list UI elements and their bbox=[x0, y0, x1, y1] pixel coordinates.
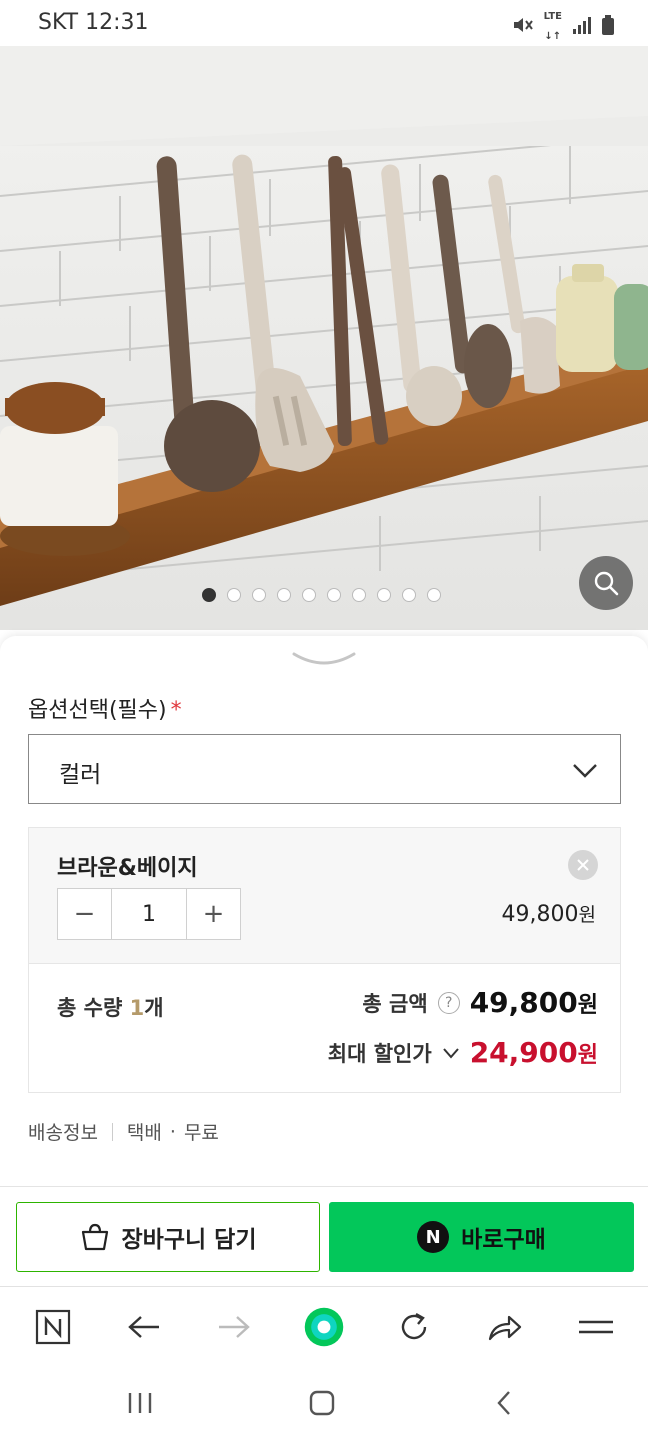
close-icon bbox=[577, 859, 589, 871]
chevron-down-icon bbox=[292, 652, 356, 665]
max-discount[interactable]: 최대 할인가 24,900원 bbox=[328, 1036, 598, 1069]
kitchen-utensils-photo-icon bbox=[0, 46, 648, 630]
lte-icon: LTE ↓↑ bbox=[543, 11, 562, 42]
system-back-button[interactable] bbox=[484, 1386, 524, 1420]
total-quantity-unit: 개 bbox=[144, 996, 164, 1020]
max-discount-value: 24,900원 bbox=[470, 1036, 598, 1069]
total-amount-label: 총 금액 bbox=[362, 991, 428, 1016]
selected-option: 브라운&베이지 − 1 + 49,800원 bbox=[28, 827, 621, 963]
total-amount: 총 금액 ? 49,800원 bbox=[362, 986, 598, 1019]
status-bar: SKT 12:31 LTE ↓↑ bbox=[0, 0, 648, 46]
total-amount-unit: 원 bbox=[577, 993, 598, 1018]
browser-toolbar bbox=[0, 1286, 648, 1366]
shipping-dot: · bbox=[169, 1120, 176, 1143]
max-discount-number: 24,900 bbox=[469, 1036, 578, 1069]
total-summary: 총 수량 1개 총 금액 ? 49,800원 최대 할인가 24,900원 bbox=[28, 963, 621, 1093]
help-icon[interactable]: ? bbox=[437, 991, 460, 1014]
buy-now-button[interactable]: N 바로구매 bbox=[329, 1202, 634, 1272]
battery-icon bbox=[602, 15, 614, 39]
back-button[interactable] bbox=[122, 1305, 166, 1349]
option-price-value: 49,800 bbox=[501, 902, 579, 927]
menu-button[interactable] bbox=[574, 1305, 618, 1349]
option-sheet: 옵션선택(필수) * 컬러 브라운&베이지 − 1 + 49,800원 총 수량 … bbox=[0, 636, 648, 1286]
remove-option-button[interactable] bbox=[568, 850, 598, 880]
shipping-label: 배송정보 bbox=[28, 1122, 98, 1144]
pagination-dot[interactable] bbox=[202, 588, 216, 602]
forward-button[interactable] bbox=[212, 1305, 256, 1349]
android-nav-bar bbox=[0, 1366, 648, 1440]
collapse-handle[interactable] bbox=[291, 650, 357, 674]
status-icons: LTE ↓↑ bbox=[512, 12, 614, 42]
option-price: 49,800원 bbox=[502, 900, 596, 927]
quantity-value[interactable]: 1 bbox=[111, 889, 187, 939]
pagination-dot[interactable] bbox=[352, 588, 366, 602]
refresh-icon bbox=[401, 1312, 427, 1340]
select-value: 컬러 bbox=[59, 762, 102, 788]
color-select[interactable]: 컬러 bbox=[28, 734, 621, 804]
total-quantity: 총 수량 1개 bbox=[57, 992, 164, 1022]
share-icon bbox=[488, 1315, 522, 1341]
shipping-method: 택배 bbox=[126, 1122, 162, 1144]
arrow-left-icon bbox=[128, 1316, 159, 1338]
mute-icon bbox=[512, 15, 534, 39]
green-dot-button[interactable] bbox=[302, 1305, 346, 1349]
share-button[interactable] bbox=[483, 1305, 527, 1349]
option-title-label: 옵션선택(필수) bbox=[28, 698, 167, 723]
shipping-fee: 무료 bbox=[183, 1122, 219, 1144]
max-discount-unit: 원 bbox=[577, 1043, 598, 1068]
pagination-dot[interactable] bbox=[377, 588, 391, 602]
zoom-button[interactable] bbox=[579, 556, 633, 610]
total-quantity-value: 1 bbox=[129, 996, 145, 1020]
chevron-down-icon bbox=[573, 764, 597, 778]
pagination-dot[interactable] bbox=[277, 588, 291, 602]
add-to-cart-button[interactable]: 장바구니 담기 bbox=[16, 1202, 320, 1272]
refresh-button[interactable] bbox=[392, 1305, 436, 1349]
total-amount-number: 49,800 bbox=[469, 986, 578, 1019]
chevron-left-icon bbox=[497, 1391, 510, 1415]
divider bbox=[111, 1122, 113, 1141]
increase-button[interactable]: + bbox=[187, 889, 240, 939]
decrease-button[interactable]: − bbox=[58, 889, 111, 939]
pagination-dot[interactable] bbox=[227, 588, 241, 602]
pagination-dot[interactable] bbox=[327, 588, 341, 602]
shipping-info: 배송정보 택배 · 무료 bbox=[28, 1118, 219, 1145]
hamburger-menu-icon bbox=[579, 1320, 613, 1334]
image-pagination bbox=[202, 588, 441, 602]
recent-apps-button[interactable] bbox=[120, 1386, 160, 1420]
pagination-dot[interactable] bbox=[302, 588, 316, 602]
required-mark: * bbox=[170, 698, 182, 723]
naver-home-button[interactable] bbox=[31, 1305, 75, 1349]
max-discount-label: 최대 할인가 bbox=[327, 1041, 432, 1066]
arrow-right-icon bbox=[219, 1316, 250, 1338]
pagination-dot[interactable] bbox=[252, 588, 266, 602]
total-quantity-label: 총 수량 bbox=[57, 996, 123, 1020]
chevron-down-icon bbox=[442, 1047, 459, 1059]
product-image[interactable] bbox=[0, 46, 648, 630]
buy-now-label: 바로구매 bbox=[461, 1227, 546, 1253]
naver-n-icon bbox=[35, 1309, 71, 1345]
green-dot-icon bbox=[304, 1307, 344, 1347]
option-title: 옵션선택(필수) * bbox=[28, 692, 182, 724]
signal-icon bbox=[572, 16, 592, 38]
total-amount-value: 49,800원 bbox=[470, 986, 598, 1019]
pagination-dot[interactable] bbox=[402, 588, 416, 602]
option-price-unit: 원 bbox=[578, 904, 596, 926]
search-icon bbox=[594, 571, 619, 596]
naver-pay-icon: N bbox=[417, 1221, 450, 1253]
home-icon bbox=[309, 1390, 335, 1416]
divider bbox=[0, 1186, 648, 1187]
recent-apps-icon bbox=[128, 1393, 152, 1413]
home-button[interactable] bbox=[302, 1386, 342, 1420]
shopping-bag-icon bbox=[81, 1223, 108, 1251]
pagination-dot[interactable] bbox=[427, 588, 441, 602]
status-carrier-time: SKT 12:31 bbox=[38, 10, 149, 35]
selected-option-name: 브라운&베이지 bbox=[57, 856, 198, 881]
add-to-cart-label: 장바구니 담기 bbox=[121, 1227, 257, 1253]
quantity-stepper: − 1 + bbox=[57, 888, 241, 940]
